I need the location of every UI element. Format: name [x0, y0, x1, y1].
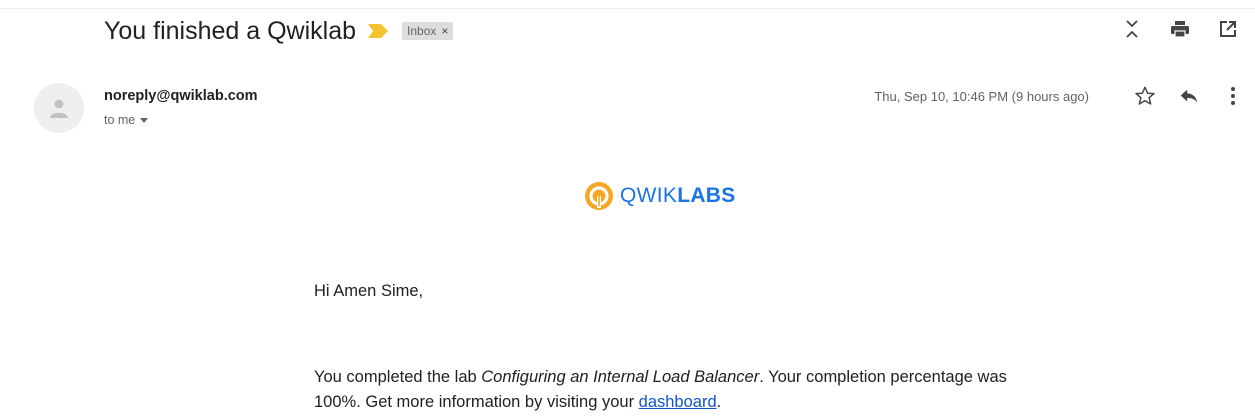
body-text-1: You completed the lab: [314, 368, 482, 386]
default-avatar-icon[interactable]: [34, 83, 84, 133]
sender-address[interactable]: noreply@qwiklab.com: [104, 88, 258, 104]
greeting-text: Hi Amen Sime,: [314, 282, 424, 300]
qwiklabs-logo: QWIKLABS: [584, 180, 736, 212]
logo-text-light: QWIK: [620, 184, 678, 207]
email-subject: You finished a Qwiklab: [104, 16, 357, 45]
body-text-3: .: [716, 393, 722, 411]
message-date: Thu, Sep 10, 10:46 PM (9 hours ago): [874, 89, 1089, 104]
star-icon[interactable]: [1133, 84, 1157, 108]
reply-icon[interactable]: [1177, 84, 1201, 108]
more-vert-icon[interactable]: [1221, 84, 1245, 108]
inbox-label-chip: Inbox ×: [402, 22, 454, 40]
recipient-text: to me: [104, 113, 136, 127]
print-icon[interactable]: [1169, 18, 1191, 40]
lab-name: Configuring an Internal Load Balancer: [481, 368, 760, 386]
remove-label-button[interactable]: ×: [441, 22, 448, 40]
chevron-down-icon: [140, 117, 149, 123]
expand-collapse-icon[interactable]: [1121, 18, 1143, 40]
qwiklabs-logo-icon: [585, 182, 613, 210]
logo-wordmark: QWIKLABS: [620, 184, 736, 208]
message-actions: [1113, 84, 1245, 108]
thread-actions: [1095, 18, 1239, 40]
importance-marker-icon[interactable]: [368, 24, 389, 38]
inbox-label-text: Inbox: [407, 24, 437, 38]
recipient-dropdown[interactable]: to me: [104, 113, 149, 127]
subject-row: You finished a Qwiklab Inbox ×: [104, 14, 454, 48]
logo-text-bold: LABS: [677, 184, 736, 207]
open-in-new-window-icon[interactable]: [1217, 18, 1239, 40]
body-paragraph: You completed the lab Configuring an Int…: [314, 365, 1054, 415]
dashboard-link[interactable]: dashboard: [639, 393, 717, 411]
top-divider: [0, 8, 1255, 9]
